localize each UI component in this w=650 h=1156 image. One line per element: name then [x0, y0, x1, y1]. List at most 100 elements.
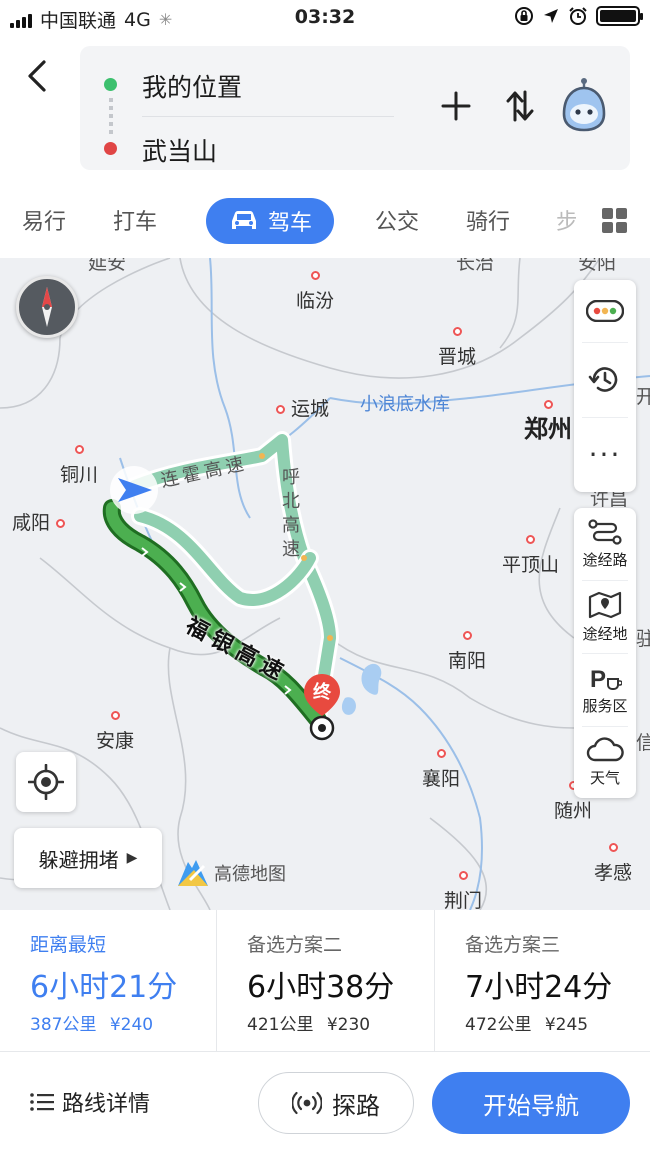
crosshair-icon	[28, 764, 64, 800]
end-dot-icon	[104, 142, 117, 155]
tab-walking[interactable]: 步	[556, 204, 576, 236]
add-waypoint-button[interactable]	[436, 86, 476, 126]
city-xianyang: 咸阳	[12, 508, 66, 535]
current-location-arrow-icon	[110, 466, 158, 514]
city-zhengzhou: 郑州	[524, 398, 572, 444]
start-navigation-button[interactable]: 开始导航	[432, 1072, 630, 1134]
city-tongchuan: 铜川	[60, 438, 98, 487]
avoid-congestion-button[interactable]: 躲避拥堵 ▶	[14, 828, 162, 888]
route-option-distance: 421公里	[247, 1015, 314, 1035]
tab-cycling[interactable]: 骑行	[466, 204, 510, 236]
route-tools-panel: 途经路 途经地 P 服务区 天气	[574, 508, 636, 798]
plus-icon	[441, 91, 471, 121]
city-dot-icon	[452, 327, 462, 336]
route-details-button[interactable]: 路线详情	[30, 1086, 150, 1118]
map-pin-icon	[588, 591, 622, 618]
route-option-meta: 421公里 ¥230	[247, 1010, 370, 1035]
explore-route-label: 探路	[332, 1091, 380, 1120]
city-linfen: 临汾	[296, 264, 334, 313]
city-label: 郑州	[524, 414, 572, 443]
city-dot-icon	[56, 519, 66, 528]
city-label: 驻马店	[636, 628, 650, 650]
city-dot-icon	[110, 711, 120, 720]
traffic-toggle-button[interactable]	[574, 280, 636, 342]
compass-needle-icon	[42, 287, 52, 327]
parking-coffee-icon: P	[590, 666, 622, 691]
service-area-label: 服务区	[582, 696, 628, 715]
history-button[interactable]	[574, 343, 636, 417]
city-label: 南阳	[448, 650, 487, 672]
city-label: 咸阳	[12, 512, 51, 534]
waypoint-route-button[interactable]: 途经路	[574, 508, 636, 580]
route-header: 我的位置 武当山	[0, 36, 650, 184]
route-option-1[interactable]: 距离最短 6小时21分 387公里 ¥240	[0, 910, 216, 1052]
more-tools-button[interactable]: ···	[574, 418, 636, 492]
city-label: 晋城	[438, 346, 477, 368]
waypoint-route-label: 途经路	[582, 550, 628, 569]
tab-yixing[interactable]: 易行	[22, 204, 66, 236]
tab-driving-label: 驾车	[267, 211, 312, 236]
route-options: 距离最短 6小时21分 387公里 ¥240 备选方案二 6小时38分 421公…	[0, 910, 650, 1052]
tab-bus[interactable]: 公交	[375, 204, 419, 236]
waypoint-place-label: 途经地	[582, 624, 628, 643]
grid-icon	[602, 208, 613, 219]
tab-driving[interactable]: 驾车	[206, 198, 334, 244]
traffic-light-icon	[586, 300, 624, 322]
play-triangle-icon: ▶	[126, 850, 138, 866]
city-dot-icon	[436, 749, 446, 758]
service-area-button[interactable]: P 服务区	[574, 654, 636, 726]
tab-taxi[interactable]: 打车	[113, 204, 157, 236]
back-button[interactable]	[20, 56, 54, 96]
city-xiangyang: 襄阳	[422, 742, 460, 791]
weather-button[interactable]: 天气	[574, 727, 636, 797]
explore-route-button[interactable]: 探路	[258, 1072, 414, 1134]
field-divider	[142, 116, 394, 117]
route-option-distance: 387公里	[30, 1015, 97, 1035]
start-location-field[interactable]: 我的位置	[142, 68, 242, 104]
highway-label-hubei: 呼北高速	[282, 467, 300, 560]
city-label: 安阳	[578, 258, 617, 274]
route-option-3[interactable]: 备选方案三 7小时24分 472公里 ¥245	[434, 910, 650, 1052]
battery-icon	[596, 6, 643, 26]
alarm-icon	[569, 7, 587, 25]
city-label: 铜川	[60, 464, 99, 486]
route-option-meta: 387公里 ¥240	[30, 1010, 153, 1035]
cloud-icon	[586, 736, 624, 761]
svg-text:P: P	[590, 666, 606, 691]
location-arrow-icon	[544, 9, 558, 23]
travel-mode-tabs: 易行 打车 驾车 公交 骑行 步	[0, 184, 650, 258]
route-option-name: 备选方案三	[465, 934, 561, 956]
route-option-meta: 472公里 ¥245	[465, 1010, 588, 1035]
city-label: 运城	[291, 398, 330, 420]
compass-button[interactable]	[16, 276, 78, 338]
bottom-action-bar: 路线详情 探路 开始导航	[0, 1052, 650, 1156]
route-option-2[interactable]: 备选方案二 6小时38分 421公里 ¥230	[216, 910, 434, 1052]
more-modes-button[interactable]	[602, 208, 628, 234]
start-dot-icon	[104, 78, 117, 91]
route-option-distance: 472公里	[465, 1015, 532, 1035]
city-label: 荆门	[444, 890, 483, 910]
swap-route-button[interactable]	[500, 86, 540, 126]
city-dot-icon	[526, 535, 535, 544]
route-option-toll: ¥245	[544, 1015, 589, 1035]
city-label: 信阳	[636, 732, 650, 754]
broadcast-icon	[292, 1091, 322, 1115]
amap-logo-icon	[178, 860, 208, 886]
city-xiaogan: 孝感	[594, 836, 632, 885]
city-dot-icon	[608, 843, 618, 852]
city-dot-icon	[276, 405, 285, 414]
city-jingmen: 荆门	[444, 864, 482, 910]
brand-label: 高德地图	[214, 864, 286, 885]
chevron-left-icon	[28, 60, 46, 92]
city-label: 长治	[456, 258, 495, 274]
assistant-avatar-button[interactable]	[558, 76, 610, 136]
city-label: 襄阳	[422, 768, 461, 790]
destination-marker[interactable]: 终	[302, 672, 342, 744]
city-label: 孝感	[594, 862, 633, 884]
city-jincheng: 晋城	[438, 320, 476, 369]
destination-field[interactable]: 武当山	[142, 132, 217, 168]
locate-me-button[interactable]	[16, 752, 76, 812]
lake-label: 小浪底水库	[360, 394, 450, 415]
map-view[interactable]: 延安 长治 安阳 开封 许昌 驻马店 信阳 临汾 晋城 运城 郑州 铜川 咸阳 …	[0, 258, 650, 910]
waypoint-place-button[interactable]: 途经地	[574, 581, 636, 653]
